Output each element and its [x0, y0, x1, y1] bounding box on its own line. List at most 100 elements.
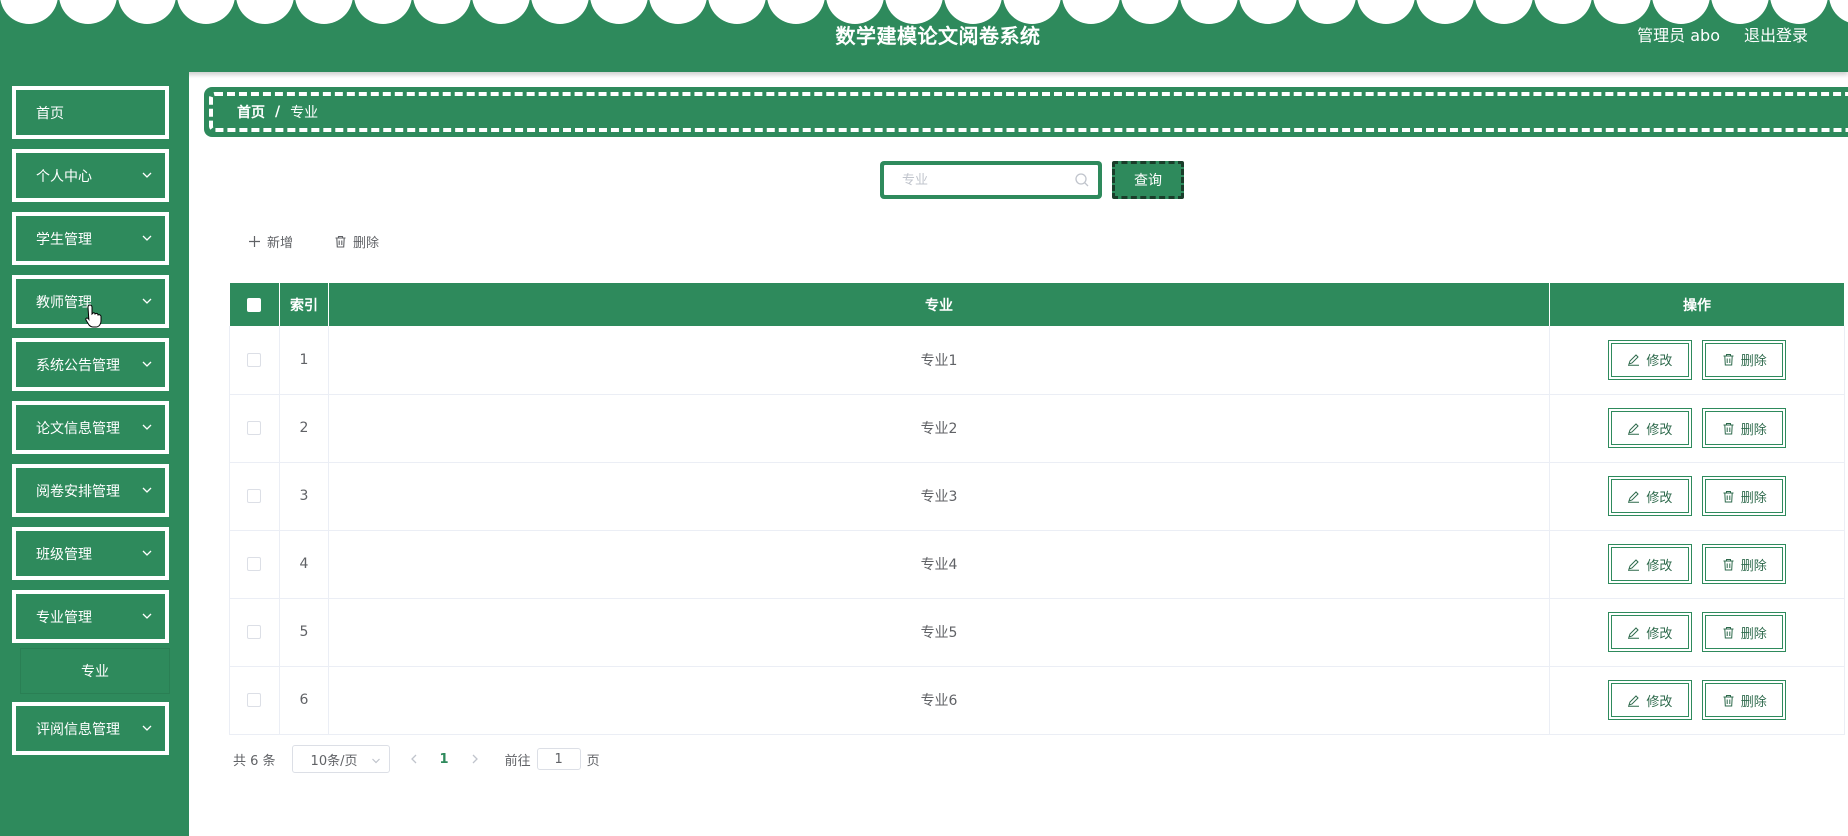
edit-icon: [1628, 558, 1640, 571]
sidebar-subitem-major[interactable]: 专业: [20, 648, 170, 694]
sidebar-item-label: 评阅信息管理: [36, 721, 120, 738]
sidebar-item-major-management[interactable]: 专业管理: [12, 590, 169, 643]
page-jump-suffix: 页: [586, 753, 600, 769]
header-operation: 操作: [1549, 283, 1845, 326]
breadcrumb-home[interactable]: 首页: [237, 102, 265, 122]
search-input[interactable]: [902, 172, 1074, 188]
chevron-down-icon: [142, 361, 152, 367]
sidebar-item-label: 论文信息管理: [36, 420, 120, 437]
chevron-down-icon: [371, 758, 380, 764]
edit-button[interactable]: 修改: [1607, 339, 1692, 380]
row-select-cell: [229, 598, 280, 667]
edit-button[interactable]: 修改: [1607, 612, 1692, 652]
delete-button[interactable]: 删除: [1702, 680, 1787, 720]
pagination-total: 共 6 条: [233, 753, 276, 769]
row-actions: 修改 删除: [1549, 326, 1845, 395]
sidebar-item-label: 学生管理: [36, 231, 92, 248]
row-index: 2: [279, 394, 329, 463]
row-checkbox[interactable]: [247, 421, 262, 435]
sidebar-item-grading-schedule[interactable]: 阅卷安排管理: [12, 464, 169, 517]
pointer-cursor-icon: [85, 304, 102, 328]
sidebar-item-class-management[interactable]: 班级管理: [12, 527, 169, 580]
breadcrumb-current: 专业: [290, 105, 319, 121]
sidebar: 首页 个人中心 学生管理 教师管理 系统公告管理 论文信息管理 阅卷安排管理 班…: [0, 72, 189, 836]
row-select-cell: [229, 666, 280, 735]
edit-button[interactable]: 修改: [1607, 408, 1692, 448]
delete-button[interactable]: 删除: [1702, 476, 1787, 516]
delete-label: 删除: [1740, 558, 1767, 574]
delete-button[interactable]: 删除: [1702, 544, 1787, 584]
row-index: 5: [279, 598, 329, 667]
row-checkbox[interactable]: [247, 489, 262, 503]
trash-icon: [1723, 558, 1734, 570]
delete-button[interactable]: 删除: [1702, 339, 1787, 380]
search-wrapper: [880, 161, 1102, 199]
chevron-down-icon: [142, 550, 152, 556]
sidebar-item-announcement-management[interactable]: 系统公告管理: [12, 338, 169, 391]
edit-button[interactable]: 修改: [1607, 544, 1692, 584]
header-major: 专业: [328, 283, 1551, 326]
sidebar-item-personal-center[interactable]: 个人中心: [12, 149, 169, 202]
page-jump-input[interactable]: [536, 748, 581, 770]
row-major: 专业5: [328, 598, 1551, 667]
edit-button[interactable]: 修改: [1607, 680, 1692, 720]
edit-button[interactable]: 修改: [1607, 476, 1692, 516]
header-select-all: [229, 283, 280, 326]
row-major: 专业6: [328, 666, 1551, 735]
edit-label: 修改: [1646, 422, 1673, 438]
sidebar-item-review-management[interactable]: 评阅信息管理: [12, 702, 169, 755]
page-size-value: 10条/页: [310, 753, 358, 769]
page-number-current[interactable]: 1: [440, 752, 449, 767]
sidebar-item-label: 专业管理: [36, 609, 92, 626]
breadcrumb-separator: /: [275, 104, 281, 120]
row-checkbox[interactable]: [247, 352, 262, 367]
page-size-select[interactable]: 10条/页: [291, 745, 390, 773]
logout-link[interactable]: 退出登录: [1744, 22, 1808, 46]
chevron-left-icon[interactable]: [408, 753, 420, 765]
select-all-checkbox[interactable]: [247, 297, 262, 312]
chevron-down-icon: [142, 725, 152, 731]
sidebar-item-label: 个人中心: [36, 168, 92, 185]
chevron-down-icon: [142, 235, 152, 241]
edit-icon: [1628, 626, 1640, 639]
sidebar-item-home[interactable]: 首页: [12, 86, 169, 139]
delete-label: 删除: [1740, 626, 1767, 642]
trash-icon: [1723, 490, 1734, 502]
delete-button[interactable]: 删除: [1702, 408, 1787, 448]
batch-delete-label: 删除: [353, 235, 380, 251]
edit-label: 修改: [1646, 558, 1673, 574]
batch-delete-button[interactable]: 删除: [334, 230, 379, 252]
row-actions: 修改 删除: [1549, 530, 1845, 599]
row-checkbox[interactable]: [247, 625, 262, 639]
chevron-down-icon: [142, 298, 152, 304]
row-select-cell: [229, 394, 280, 463]
delete-button[interactable]: 删除: [1702, 612, 1787, 652]
search-icon: [1075, 173, 1089, 187]
sidebar-item-label: 首页: [36, 105, 64, 122]
delete-label: 删除: [1740, 694, 1767, 710]
edit-label: 修改: [1646, 694, 1673, 710]
app-title: 数学建模论文阅卷系统: [835, 24, 1041, 48]
edit-icon: [1628, 694, 1640, 707]
trash-icon: [1723, 694, 1734, 706]
row-select-cell: [229, 462, 280, 531]
row-checkbox[interactable]: [247, 693, 262, 707]
sidebar-item-label: 班级管理: [36, 546, 92, 563]
header-index: 索引: [279, 283, 329, 326]
trash-icon: [1723, 422, 1734, 434]
delete-label: 删除: [1740, 422, 1767, 438]
sidebar-item-paper-management[interactable]: 论文信息管理: [12, 401, 169, 454]
major-table: 索引 专业 操作 1 专业1 修改 删除 2 专业2 修改 删除 3 专业3 修…: [229, 283, 1845, 735]
user-area: 管理员 abo 退出登录: [1637, 22, 1808, 46]
row-checkbox[interactable]: [247, 557, 262, 571]
sidebar-item-student-management[interactable]: 学生管理: [12, 212, 169, 265]
row-actions: 修改 删除: [1549, 598, 1845, 667]
table-header-row: 索引 专业 操作: [229, 283, 1845, 326]
row-actions: 修改 删除: [1549, 394, 1845, 463]
chevron-right-icon[interactable]: [469, 753, 481, 765]
table-row: 4 专业4 修改 删除: [229, 530, 1845, 599]
row-index: 4: [279, 530, 329, 599]
add-button[interactable]: 新增: [248, 230, 293, 252]
edit-icon: [1628, 422, 1640, 435]
query-button[interactable]: 查询: [1112, 161, 1184, 199]
